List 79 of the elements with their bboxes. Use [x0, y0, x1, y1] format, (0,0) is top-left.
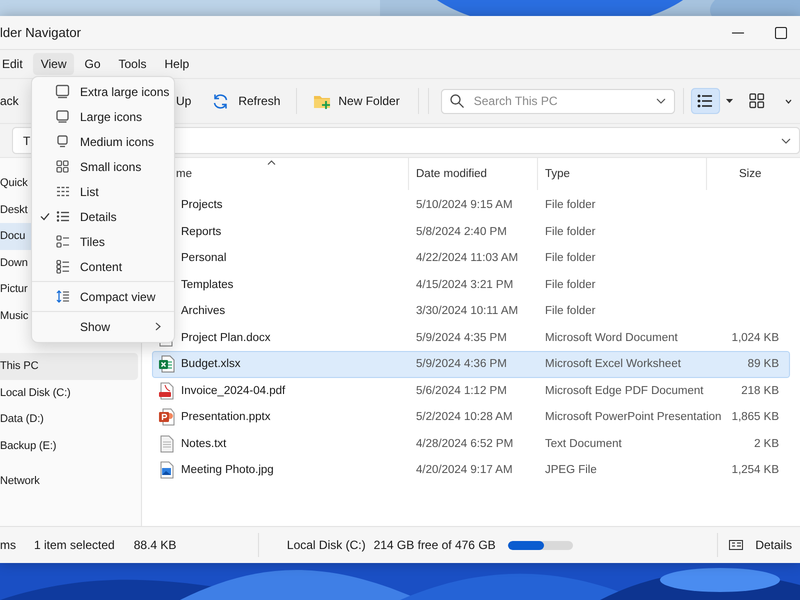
- file-row[interactable]: Notes.txt 4/28/2024 6:52 PM Text Document 2 KB: [152, 430, 790, 457]
- menu-bar-item[interactable]: Edit: [0, 53, 31, 75]
- menu-item[interactable]: Extra large icons: [35, 79, 171, 104]
- file-name: Personal: [181, 252, 226, 264]
- menu-item[interactable]: Compact view: [35, 284, 171, 309]
- file-name: Meeting Photo.jpg: [181, 464, 274, 476]
- item-count: ms: [0, 538, 16, 552]
- sidebar-item[interactable]: Data (D:): [0, 406, 138, 432]
- file-type: File folder: [545, 278, 596, 291]
- sidebar-item[interactable]: Local Disk (C:): [0, 380, 138, 406]
- date-modified: 5/9/2024 4:35 PM: [416, 332, 507, 344]
- file-type: File folder: [545, 199, 596, 212]
- refresh-button[interactable]: Refresh: [204, 88, 288, 114]
- sidebar-item[interactable]: Backup (E:): [0, 432, 138, 459]
- free-space: 214 GB free of 476 GB: [374, 538, 496, 552]
- date-modified: 3/30/2024 10:11 AM: [416, 305, 518, 318]
- file-type: Microsoft PowerPoint Presentation: [545, 411, 722, 424]
- file-row[interactable]: Budget.xlsx 5/9/2024 4:36 PM Microsoft Excel Worksheet 89 KB: [152, 351, 790, 378]
- file-type: File folder: [545, 305, 596, 318]
- file-size: 218 KB: [741, 384, 780, 397]
- file-name: Reports: [181, 226, 222, 238]
- drive-name: Local Disk (C:): [286, 538, 366, 552]
- file-name: Budget.xlsx: [181, 358, 240, 370]
- date-modified: 5/6/2024 1:12 PM: [416, 384, 507, 397]
- selection-size: 88.4 KB: [134, 538, 176, 552]
- menu-bar-item[interactable]: View: [32, 53, 74, 75]
- menu-item[interactable]: Large icons: [35, 104, 171, 129]
- menu-bar-item[interactable]: Go: [76, 53, 108, 75]
- date-modified: 5/10/2024 9:15 AM: [416, 199, 513, 212]
- date-modified: 4/20/2024 9:17 AM: [416, 464, 513, 476]
- menu-bar-item[interactable]: Tools: [110, 53, 155, 75]
- search-input[interactable]: Search This PC: [472, 93, 648, 109]
- date-modified: 4/28/2024 6:52 PM: [416, 438, 514, 450]
- menu-item[interactable]: Show: [35, 314, 171, 339]
- sidebar-item[interactable]: Network: [0, 468, 138, 494]
- file-size: 2 KB: [754, 438, 780, 450]
- menu-item[interactable]: Details: [35, 204, 171, 229]
- file-type: Text Document: [545, 438, 622, 450]
- file-name: Archives: [181, 305, 226, 318]
- sidebar-item[interactable]: This PC: [0, 353, 138, 380]
- date-modified: 5/8/2024 2:40 PM: [416, 226, 507, 238]
- date-modified: 5/9/2024 4:36 PM: [416, 358, 507, 370]
- menu-item[interactable]: Tiles: [35, 229, 171, 254]
- file-name: Notes.txt: [181, 438, 226, 450]
- date-modified: 5/2/2024 10:28 AM: [416, 411, 513, 424]
- menu-item[interactable]: Medium icons: [35, 129, 171, 154]
- file-type: Microsoft Word Document: [545, 332, 678, 344]
- file-size: 89 KB: [748, 358, 780, 370]
- file-name: Templates: [181, 278, 234, 291]
- menu-item[interactable]: Small icons: [35, 154, 171, 179]
- menu-item[interactable]: Content: [35, 254, 171, 279]
- file-row[interactable]: Meeting Photo.jpg 4/20/2024 9:17 AM JPEG File 1,254 KB: [152, 457, 790, 484]
- selection-count: 1 item selected: [34, 538, 115, 552]
- file-name: Invoice_2024-04.pdf: [181, 384, 286, 397]
- file-type: File folder: [545, 252, 596, 264]
- file-row[interactable]: Invoice_2024-04.pdf 5/6/2024 1:12 PM Microsoft Edge PDF Document 218 KB: [152, 378, 790, 404]
- file-row[interactable]: Presentation.pptx 5/2/2024 10:28 AM Microsoft PowerPoint Presentation 1,865 KB: [152, 404, 790, 430]
- file-type: Microsoft Edge PDF Document: [545, 384, 704, 397]
- file-type: Microsoft Excel Worksheet: [545, 358, 681, 370]
- date-modified: 4/15/2024 3:21 PM: [416, 278, 514, 291]
- menu-item[interactable]: List: [35, 179, 171, 204]
- column-header[interactable]: Type: [538, 158, 570, 190]
- column-header[interactable]: Size: [707, 158, 762, 190]
- window-title: lder Navigator: [0, 25, 81, 40]
- new-folder-button[interactable]: New Folder: [305, 88, 408, 114]
- menu-bar-item[interactable]: Help: [156, 53, 198, 75]
- file-name: Presentation.pptx: [181, 411, 271, 424]
- date-modified: 4/22/2024 11:03 AM: [416, 252, 518, 264]
- details-pane-button[interactable]: Details: [721, 533, 800, 557]
- file-type: JPEG File: [545, 464, 597, 476]
- file-size: 1,254 KB: [732, 464, 780, 476]
- file-name: Project Plan.docx: [181, 332, 270, 344]
- file-size: 1,865 KB: [732, 411, 780, 424]
- file-name: Projects: [181, 199, 223, 212]
- column-header[interactable]: Date modified: [409, 158, 487, 190]
- file-type: File folder: [545, 226, 596, 238]
- search-field[interactable]: Search This PC: [440, 88, 675, 114]
- back-button[interactable]: ack: [0, 89, 30, 113]
- file-size: 1,024 KB: [732, 332, 780, 344]
